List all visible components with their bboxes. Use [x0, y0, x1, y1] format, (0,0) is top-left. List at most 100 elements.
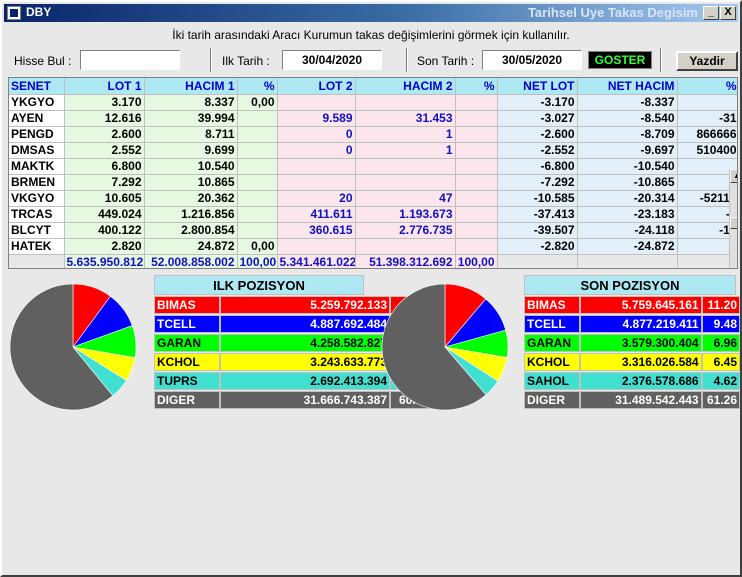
table-row[interactable]: VKGYO 10.605 20.362 20 47 -10.585 -20.314 -5211… [9, 190, 737, 207]
cell-pct1 [237, 190, 278, 207]
list-item[interactable]: BIMAS 5.759.645.161 11.20 [524, 296, 740, 314]
cell-net-hacim: -8.709 [577, 126, 678, 143]
cell-pct3: 510400 [677, 142, 737, 159]
cell-senet: MAKTK [9, 158, 65, 175]
table-row[interactable]: HATEK 2.820 24.872 0,00 -2.820 -24.872 [9, 238, 737, 255]
pozisyon-value: 3.579.300.404 [580, 334, 702, 352]
son-pozisyon-title: SON POZISYON [524, 275, 736, 295]
pozisyon-value: 5.759.645.161 [580, 296, 702, 314]
table-row[interactable]: TRCAS 449.024 1.216.856 411.611 1.193.673 -37… [9, 206, 737, 223]
list-item[interactable]: KCHOL 3.316.026.584 6.45 [524, 353, 740, 371]
takas-grid[interactable]: SENET LOT 1 HACIM 1 % LOT 2 HACIM 2 % NE… [8, 77, 738, 269]
pozisyon-name: TCELL [154, 315, 220, 333]
toolbar-separator [210, 48, 212, 72]
cell-pct1: 0,00 [237, 238, 278, 255]
col-header-hacim2[interactable]: HACIM 2 [355, 78, 456, 95]
list-item[interactable]: DIGER 31.489.542.443 61.26 [524, 391, 740, 409]
cell-lot1: 10.605 [64, 190, 145, 207]
cell-lot1: 12.616 [64, 110, 145, 127]
pozisyon-name: TUPRS [154, 372, 220, 390]
cell-hacim2: 1.193.673 [355, 206, 456, 223]
cell-pct2 [455, 142, 498, 159]
table-row[interactable]: MAKTK 6.800 10.540 -6.800 -10.540 [9, 158, 737, 175]
pozisyon-pct: 9.48 [701, 315, 740, 333]
toolbar-separator [406, 48, 408, 72]
cell-hacim1: 10.865 [144, 174, 238, 191]
yazdir-button[interactable]: Yazdir [676, 51, 738, 71]
col-header-senet[interactable]: SENET [9, 78, 65, 95]
pozisyon-value: 2.376.578.686 [580, 372, 702, 390]
pozisyon-pct: 61.26 [701, 391, 740, 409]
grid-scrollbar[interactable]: ▲ ▼ [729, 169, 737, 268]
col-header-lot2[interactable]: LOT 2 [277, 78, 356, 95]
cell-net-hacim: -8.540 [577, 110, 678, 127]
pozisyon-name: KCHOL [154, 353, 220, 371]
cell-pct1 [237, 206, 278, 223]
grid-header-row: SENET LOT 1 HACIM 1 % LOT 2 HACIM 2 % NE… [9, 78, 737, 95]
cell-net-lot: -37.413 [497, 206, 578, 223]
pozisyon-value: 31.666.743.387 [220, 391, 390, 409]
cell-hacim1: 8.337 [144, 94, 238, 111]
cell-lot1: 7.292 [64, 174, 145, 191]
minimize-button[interactable]: _ [703, 6, 719, 20]
cell-pct2 [455, 190, 498, 207]
ilk-pozisyon-pie [9, 283, 137, 411]
table-row[interactable]: PENGD 2.600 8.711 0 1 -2.600 -8.709 866666 [9, 126, 737, 143]
table-row[interactable]: DMSAS 2.552 9.699 0 1 -2.552 -9.697 510400 [9, 142, 737, 159]
table-row[interactable]: BRMEN 7.292 10.865 -7.292 -10.865 [9, 174, 737, 191]
cell-lot1: 2.820 [64, 238, 145, 255]
cell-pct3: -31 [677, 110, 737, 127]
total-pct1: 100,00 [237, 254, 278, 268]
total-lot1: 5.635.950.812 [64, 254, 145, 268]
pozisyon-value: 2.692.413.394 [220, 372, 390, 390]
cell-net-lot: -3.027 [497, 110, 578, 127]
cell-lot1: 2.600 [64, 126, 145, 143]
ilk-tarih-input[interactable]: 30/04/2020 [282, 50, 382, 70]
table-row[interactable]: AYEN 12.616 39.994 9.589 31.453 -3.027 -8.540-… [9, 110, 737, 127]
total-hacim1: 52.008.858.002 [144, 254, 238, 268]
goster-button[interactable]: GOSTER [588, 51, 652, 69]
cell-hacim2 [355, 94, 456, 111]
cell-lot2: 411.611 [277, 206, 356, 223]
pozisyon-value: 3.243.633.773 [220, 353, 390, 371]
total-lot2: 5.341.461.022 [277, 254, 356, 268]
son-tarih-input[interactable]: 30/05/2020 [482, 50, 582, 70]
hisse-search-input[interactable] [80, 50, 180, 70]
list-item[interactable]: SAHOL 2.376.578.686 4.62 [524, 372, 740, 390]
col-header-net-lot[interactable]: NET LOT [497, 78, 578, 95]
col-header-pct2[interactable]: % [455, 78, 498, 95]
cell-pct1 [237, 110, 278, 127]
cell-net-lot: -2.552 [497, 142, 578, 159]
hisse-label: Hisse Bul : [14, 54, 72, 68]
pozisyon-name: KCHOL [524, 353, 581, 371]
col-header-pct1[interactable]: % [237, 78, 278, 95]
cell-net-hacim: -20.314 [577, 190, 678, 207]
col-header-net-hacim[interactable]: NET HACIM [577, 78, 678, 95]
cell-senet: YKGYO [9, 94, 65, 111]
cell-net-lot: -39.507 [497, 222, 578, 239]
col-header-pct3[interactable]: % [677, 78, 737, 95]
col-header-hacim1[interactable]: HACIM 1 [144, 78, 238, 95]
pozisyon-name: SAHOL [524, 372, 581, 390]
cell-hacim2: 31.453 [355, 110, 456, 127]
cell-lot2: 360.615 [277, 222, 356, 239]
cell-pct2 [455, 126, 498, 143]
scroll-up-icon[interactable]: ▲ [730, 169, 737, 183]
list-item[interactable]: GARAN 3.579.300.404 6.96 [524, 334, 740, 352]
scroll-thumb[interactable] [730, 217, 737, 229]
title-bar[interactable]: DBY Tarihsel Uye Takas Degisim _ X [4, 4, 738, 22]
cell-lot1: 3.170 [64, 94, 145, 111]
cell-pct1: 0,00 [237, 94, 278, 111]
cell-lot1: 2.552 [64, 142, 145, 159]
cell-hacim1: 2.800.854 [144, 222, 238, 239]
cell-lot1: 400.122 [64, 222, 145, 239]
table-row[interactable]: BLCYT 400.122 2.800.854 360.615 2.776.735 -39… [9, 222, 737, 239]
table-row[interactable]: YKGYO 3.170 8.337 0,00 -3.170 -8.337 [9, 94, 737, 111]
col-header-lot1[interactable]: LOT 1 [64, 78, 145, 95]
close-button[interactable]: X [720, 6, 736, 20]
cell-pct3: 866666 [677, 126, 737, 143]
cell-hacim2 [355, 174, 456, 191]
list-item[interactable]: TCELL 4.877.219.411 9.48 [524, 315, 740, 333]
cell-pct2 [455, 174, 498, 191]
cell-pct1 [237, 126, 278, 143]
